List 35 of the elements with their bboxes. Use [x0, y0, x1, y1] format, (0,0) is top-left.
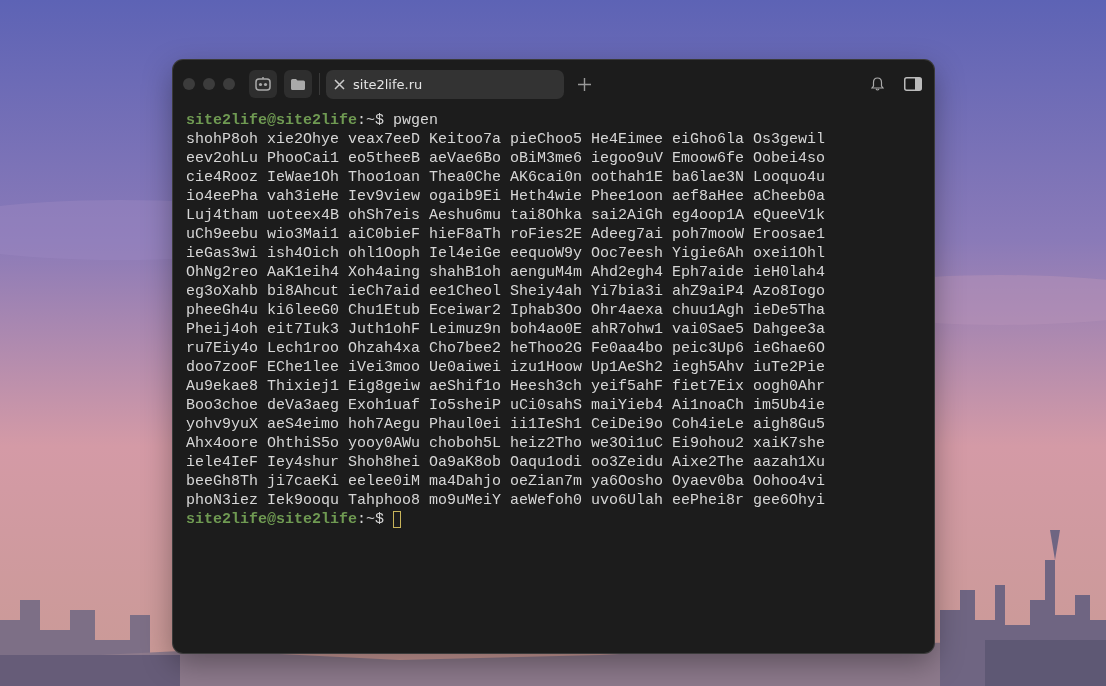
folder-button[interactable]	[284, 70, 312, 98]
output-line: iele4IeF Iey4shur Shoh8hei Oa9aK8ob Oaqu1odi oo3Zeidu Aixe2The aazah1Xu	[186, 453, 826, 472]
close-icon[interactable]	[334, 78, 345, 90]
output-line: yohv9yuX aeS4eimo hoh7Aegu Phaul0ei ii1IeSh1 CeiDei9o Coh4ieLe aigh8Gu5	[186, 415, 826, 434]
prompt-user: site2life@site2life	[186, 510, 358, 529]
output-line: Ahx4oore OhthiS5o yooy0AWu choboh5L heiz2Tho we3Oi1uC Ei9ohou2 xaiK7she	[186, 434, 826, 453]
output-line: Luj4tham uoteex4B ohSh7eis Aeshu6mu tai8Ohka sai2AiGh eg4oop1A eQueeV1k	[186, 206, 826, 225]
output-line: pheeGh4u ki6leeG0 Chu1Etub Eceiwar2 Iphab3Oo Ohr4aexa chuu1Agh ieDe5Tha	[186, 301, 826, 320]
robot-button[interactable]	[249, 70, 277, 98]
sidebar-icon[interactable]	[904, 77, 922, 91]
prompt-path: :~$	[357, 111, 385, 130]
output-line: ieGas3wi ish4Oich ohl1Ooph Iel4eiGe eequoW9y Ooc7eesh Yigie6Ah oxei1Ohl	[186, 244, 826, 263]
robot-icon	[255, 77, 271, 91]
output-line: doo7zooF EChe1lee iVei3moo Ue0aiwei izu1Hoow Up1AeSh2 iegh5Ahv iuTe2Pie	[186, 358, 826, 377]
output-line: OhNg2reo AaK1eih4 Xoh4aing shahB1oh aenguM4m Ahd2egh4 Eph7aide ieH0lah4	[186, 263, 826, 282]
output-line: Pheij4oh eit7Iuk3 Juth1ohF Leimuz9n boh4ao0E ahR7ohw1 vai0Sae5 Dahgee3a	[186, 320, 826, 339]
output-line: Boo3choe deVa3aeg Exoh1uaf Io5sheiP uCi0sahS maiYieb4 Ai1noaCh im5Ub4ie	[186, 396, 826, 415]
plus-icon[interactable]	[578, 77, 591, 91]
output-line: Au9ekae8 Thixiej1 Eig8geiw aeShif1o Heesh3ch yeif5ahF fiet7Eix oogh0Ahr	[186, 377, 826, 396]
output-line: cie4Rooz IeWae1Oh Thoo1oan Thea0Che AK6cai0n oothah1E ba6lae3N Looquo4u	[186, 168, 826, 187]
text-cursor	[393, 511, 402, 528]
output-line: phoN3iez Iek9ooqu Tahphoo8 mo9uMeiY aeWefoh0 uvo6Ulah eePhei8r gee6Ohyi	[186, 491, 826, 510]
output-line: ru7Eiy4o Lech1roo Ohzah4xa Cho7bee2 heThoo2G Fe0aa4bo peic3Up6 ieGhae6O	[186, 339, 826, 358]
output-line: uCh9eebu wio3Mai1 aiC0bieF hieF8aTh roFies2E Adeeg7ai poh7mooW Eroosae1	[186, 225, 826, 244]
folder-icon	[291, 78, 305, 90]
output-line: eev2ohLu PhooCai1 eo5theeB aeVae6Bo oBiM3me6 iegoo9uV Emoow6fe Oobei4so	[186, 149, 826, 168]
output-line: io4eePha vah3ieHe Iev9view ogaib9Ei Heth4wie Phee1oon aef8aHee aCheeb0a	[186, 187, 826, 206]
output-line: eg3oXahb bi8Ahcut ieCh7aid ee1Cheol Sheiy4ah Yi7bia3i ahZ9aiP4 Azo8Iogo	[186, 282, 826, 301]
command-text: pwgen	[393, 111, 439, 130]
prompt-user: site2life@site2life	[186, 111, 358, 130]
output-line: shohP8oh xie2Ohye veax7eeD Keitoo7a pieChoo5 He4Eimee eiGho6la Os3gewil	[186, 130, 826, 149]
prompt-path: :~$	[357, 510, 385, 529]
output-line: beeGh8Th ji7caeKi eelee0iM ma4Dahjo oeZian7m ya6Oosho Oyaev0ba Oohoo4vi	[186, 472, 826, 491]
browser-tab[interactable]: site2life.ru	[326, 69, 564, 99]
bell-icon[interactable]	[871, 77, 884, 91]
